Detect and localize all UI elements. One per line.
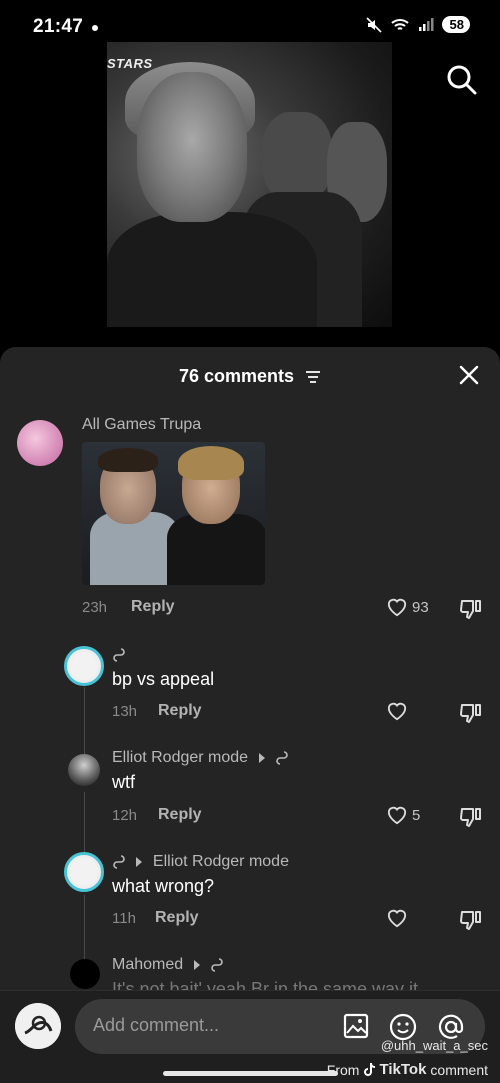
- reply-button[interactable]: Reply: [155, 909, 199, 927]
- comment-username-row: Mahomed: [112, 956, 224, 974]
- tiktok-logo-icon: [364, 1062, 376, 1076]
- mute-icon: [365, 16, 382, 33]
- emoji-icon[interactable]: [389, 1013, 417, 1041]
- comment-username[interactable]: All Games Trupa: [82, 416, 201, 434]
- like-button[interactable]: 93: [386, 597, 429, 617]
- comment-time: 12h: [112, 807, 138, 824]
- comment-time: 13h: [112, 703, 138, 720]
- video-frame[interactable]: STARS: [107, 42, 392, 327]
- comment-text: what wrong?: [112, 876, 215, 896]
- image-icon[interactable]: [343, 1013, 369, 1039]
- comment-text: wtf: [112, 772, 136, 792]
- comment-composer-bar: Add comment... @uhh_wait_a_sec From TikT…: [0, 990, 500, 1083]
- comments-sheet: 76 comments All Games Trupa 23h Reply 93: [0, 347, 500, 1083]
- heart-icon: [387, 806, 407, 825]
- watermark-brand: TikTok: [379, 1061, 427, 1078]
- subject-face: [137, 72, 247, 222]
- avatar[interactable]: [17, 420, 63, 466]
- subject-coat: [107, 212, 317, 327]
- link-icon: [276, 750, 288, 765]
- status-icons: 58: [365, 16, 470, 33]
- reply-to-username[interactable]: Elliot Rodger mode: [153, 853, 289, 870]
- comments-header: 76 comments: [0, 347, 500, 405]
- my-avatar: [15, 1003, 61, 1049]
- comment-username-row: Elliot Rodger mode: [112, 853, 289, 871]
- avatar[interactable]: [64, 646, 104, 686]
- image-hair: [178, 446, 244, 480]
- dislike-icon[interactable]: [459, 909, 483, 931]
- dislike-icon[interactable]: [459, 598, 483, 620]
- image-figure: [167, 514, 265, 585]
- comment-input-placeholder: Add comment...: [93, 1015, 220, 1035]
- image-hair: [98, 448, 158, 472]
- comment-time: 11h: [112, 910, 136, 927]
- reply-arrow-icon: [136, 856, 143, 867]
- thread-line: [84, 687, 85, 762]
- like-button[interactable]: [386, 908, 408, 928]
- heart-icon: [387, 909, 407, 928]
- heart-icon: [387, 702, 407, 721]
- video-brand-text: STARS: [107, 56, 153, 71]
- mention-icon[interactable]: [437, 1013, 465, 1041]
- comment-count: 76 comments: [0, 366, 500, 387]
- watermark-username: @uhh_wait_a_sec: [380, 1038, 488, 1053]
- like-count: 5: [412, 806, 421, 824]
- dislike-icon[interactable]: [459, 806, 483, 828]
- comment-time: 23h: [82, 599, 108, 616]
- home-indicator[interactable]: [163, 1071, 338, 1076]
- search-icon[interactable]: [446, 64, 478, 96]
- link-icon: [113, 648, 125, 662]
- sort-filter-icon[interactable]: [305, 370, 321, 384]
- wifi-icon: [390, 18, 409, 30]
- reply-button[interactable]: Reply: [158, 806, 202, 824]
- clock: 21:47: [33, 16, 84, 37]
- reply-arrow-icon: [193, 959, 200, 970]
- avatar[interactable]: [64, 852, 104, 892]
- reply-button[interactable]: Reply: [158, 702, 202, 720]
- comment-username[interactable]: Mahomed: [112, 956, 183, 973]
- dislike-icon[interactable]: [459, 702, 483, 724]
- background-person: [262, 112, 332, 202]
- recording-dot: [92, 25, 98, 31]
- battery-indicator: 58: [441, 16, 470, 33]
- like-count: 93: [412, 598, 429, 616]
- link-icon: [211, 957, 223, 972]
- watermark-source: From TikTok comment: [327, 1061, 488, 1078]
- close-icon[interactable]: [458, 364, 480, 386]
- reply-arrow-icon: [258, 752, 265, 763]
- avatar[interactable]: [70, 959, 100, 989]
- comment-image[interactable]: [82, 442, 265, 585]
- signal-icon: [418, 17, 434, 31]
- comment-count-label: 76 comments: [178, 366, 295, 386]
- heart-icon: [387, 598, 407, 617]
- comment-username-row: Elliot Rodger mode: [112, 749, 289, 767]
- comment-username[interactable]: Elliot Rodger mode: [112, 749, 248, 766]
- avatar[interactable]: [68, 754, 100, 786]
- at-sign-avatar-icon: [15, 1003, 61, 1049]
- reply-button[interactable]: Reply: [131, 598, 175, 616]
- like-button[interactable]: 5: [386, 805, 420, 825]
- watermark-suffix: comment: [430, 1061, 488, 1078]
- link-icon: [113, 854, 125, 869]
- like-button[interactable]: [386, 701, 408, 721]
- comment-text: bp vs appeal: [112, 669, 215, 689]
